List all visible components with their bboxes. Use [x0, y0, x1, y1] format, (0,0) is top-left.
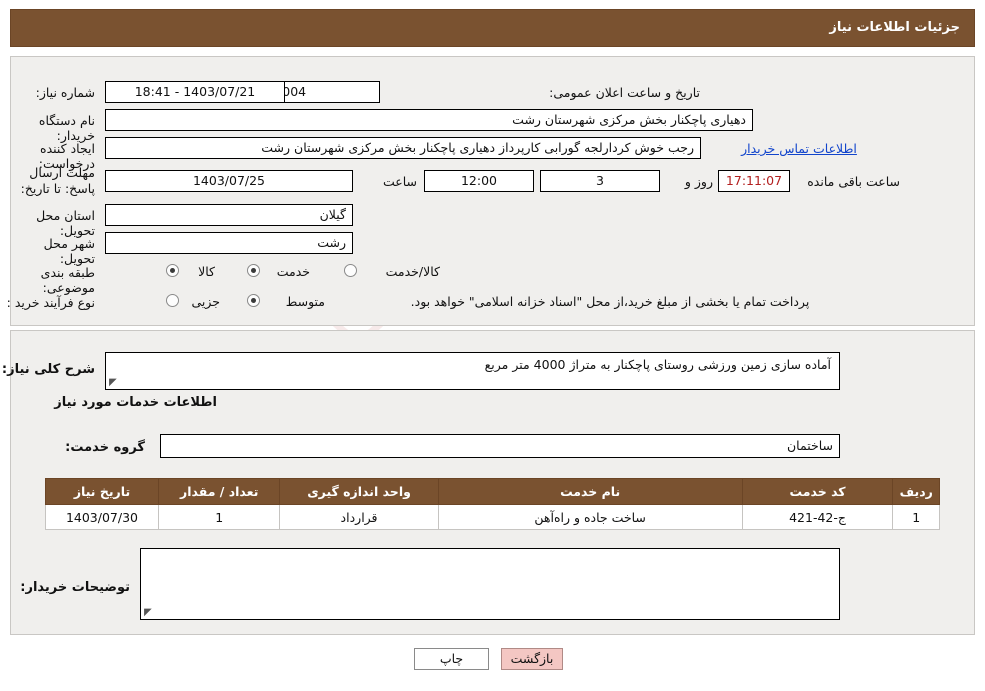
days-and-label: روز و — [684, 174, 713, 189]
purchase-type-option-jozi-label: جزیی — [191, 294, 220, 309]
general-desc-label: شرح کلی نیاز: — [1, 362, 95, 377]
announce-date-value: 1403/07/21 - 18:41 — [105, 81, 285, 103]
announce-date-label: تاریخ و ساعت اعلان عمومی: — [549, 85, 700, 100]
need-number-label: شماره نیاز: — [35, 85, 95, 100]
province-value: گیلان — [105, 204, 353, 226]
purchase-type-option-motevaset-label: متوسط — [285, 294, 325, 309]
col-qty: تعداد / مقدار — [157, 478, 281, 505]
city-value: رشت — [105, 232, 353, 254]
category-option-kala-khedmat-label: کالا/خدمت — [385, 264, 440, 279]
days-remaining-value: 3 — [540, 170, 660, 192]
remaining-time-label: ساعت باقی مانده — [807, 174, 900, 189]
general-desc-value: آماده سازی زمین ورزشی روستای پاچکنار به … — [105, 352, 840, 390]
services-info-title: اطلاعات خدمات مورد نیاز — [54, 395, 217, 410]
requester-value: رجب خوش کردارلجه گورابی کارپرداز دهیاری … — [105, 137, 701, 159]
deadline-label: مهلت ارسال پاسخ: تا تاریخ: — [20, 165, 95, 196]
buyer-org-label: نام دستگاه خریدار: — [38, 113, 95, 143]
purchase-type-label: نوع فرآیند خرید : — [6, 295, 95, 310]
col-unit: واحد اندازه گیری — [279, 478, 439, 505]
cell-unit: قرارداد — [279, 504, 439, 530]
buyer-contact-link[interactable]: اطلاعات تماس خریدار — [723, 141, 875, 156]
deadline-time-value: 12:00 — [424, 170, 534, 192]
service-group-label: گروه خدمت: — [65, 440, 145, 455]
category-option-kala-label: کالا — [198, 264, 215, 279]
general-desc-text: آماده سازی زمین ورزشی روستای پاچکنار به … — [484, 357, 831, 372]
service-group-value: ساختمان — [160, 434, 840, 458]
purchase-note: پرداخت تمام یا بخشی از مبلغ خرید،از محل … — [410, 294, 810, 309]
purchase-type-radio-motevaset[interactable] — [247, 294, 260, 307]
print-button[interactable]: چاپ — [414, 648, 489, 670]
page-root: AnaTender.net جزئیات اطلاعات نیاز شماره … — [0, 0, 985, 691]
buyer-org-value: دهیاری پاچکنار بخش مرکزی شهرستان رشت — [105, 109, 753, 131]
purchase-type-radio-jozi[interactable] — [166, 294, 179, 307]
buyer-notes-value[interactable]: ◥ — [140, 548, 840, 620]
table-header-row: ردیف کد خدمت نام خدمت واحد اندازه گیری ت… — [45, 478, 940, 505]
col-code: کد خدمت — [741, 478, 894, 505]
resize-handle-icon: ◥ — [109, 377, 117, 388]
cell-code: ج-42-421 — [741, 504, 894, 530]
col-row: ردیف — [892, 478, 940, 505]
cell-name: ساخت جاده و راه‌آهن — [437, 504, 743, 530]
time-label: ساعت — [382, 174, 417, 189]
table-row: 1 ج-42-421 ساخت جاده و راه‌آهن قرارداد 1… — [45, 504, 940, 530]
category-option-khedmat-label: خدمت — [276, 264, 310, 279]
buyer-notes-label: توضیحات خریدار: — [20, 580, 130, 595]
page-title: جزئیات اطلاعات نیاز — [829, 20, 960, 35]
col-name: نام خدمت — [437, 478, 743, 505]
city-label: شهر محل تحویل: — [43, 236, 95, 266]
resize-handle-icon-2: ◥ — [144, 607, 152, 618]
cell-qty: 1 — [157, 504, 281, 530]
category-radio-kala-khedmat[interactable] — [344, 264, 357, 277]
category-label: طبقه بندی موضوعی: — [40, 265, 95, 295]
services-table: ردیف کد خدمت نام خدمت واحد اندازه گیری ت… — [45, 478, 940, 530]
cell-date: 1403/07/30 — [45, 504, 159, 530]
header-bar: جزئیات اطلاعات نیاز — [10, 9, 975, 47]
back-button[interactable]: بازگشت — [501, 648, 563, 670]
deadline-date-value: 1403/07/25 — [105, 170, 353, 192]
cell-row: 1 — [892, 504, 940, 530]
remaining-time-value: 17:11:07 — [718, 170, 790, 192]
col-date: تاریخ نیاز — [45, 478, 159, 505]
category-radio-kala[interactable] — [166, 264, 179, 277]
category-radio-khedmat[interactable] — [247, 264, 260, 277]
province-label: استان محل تحویل: — [36, 208, 95, 238]
